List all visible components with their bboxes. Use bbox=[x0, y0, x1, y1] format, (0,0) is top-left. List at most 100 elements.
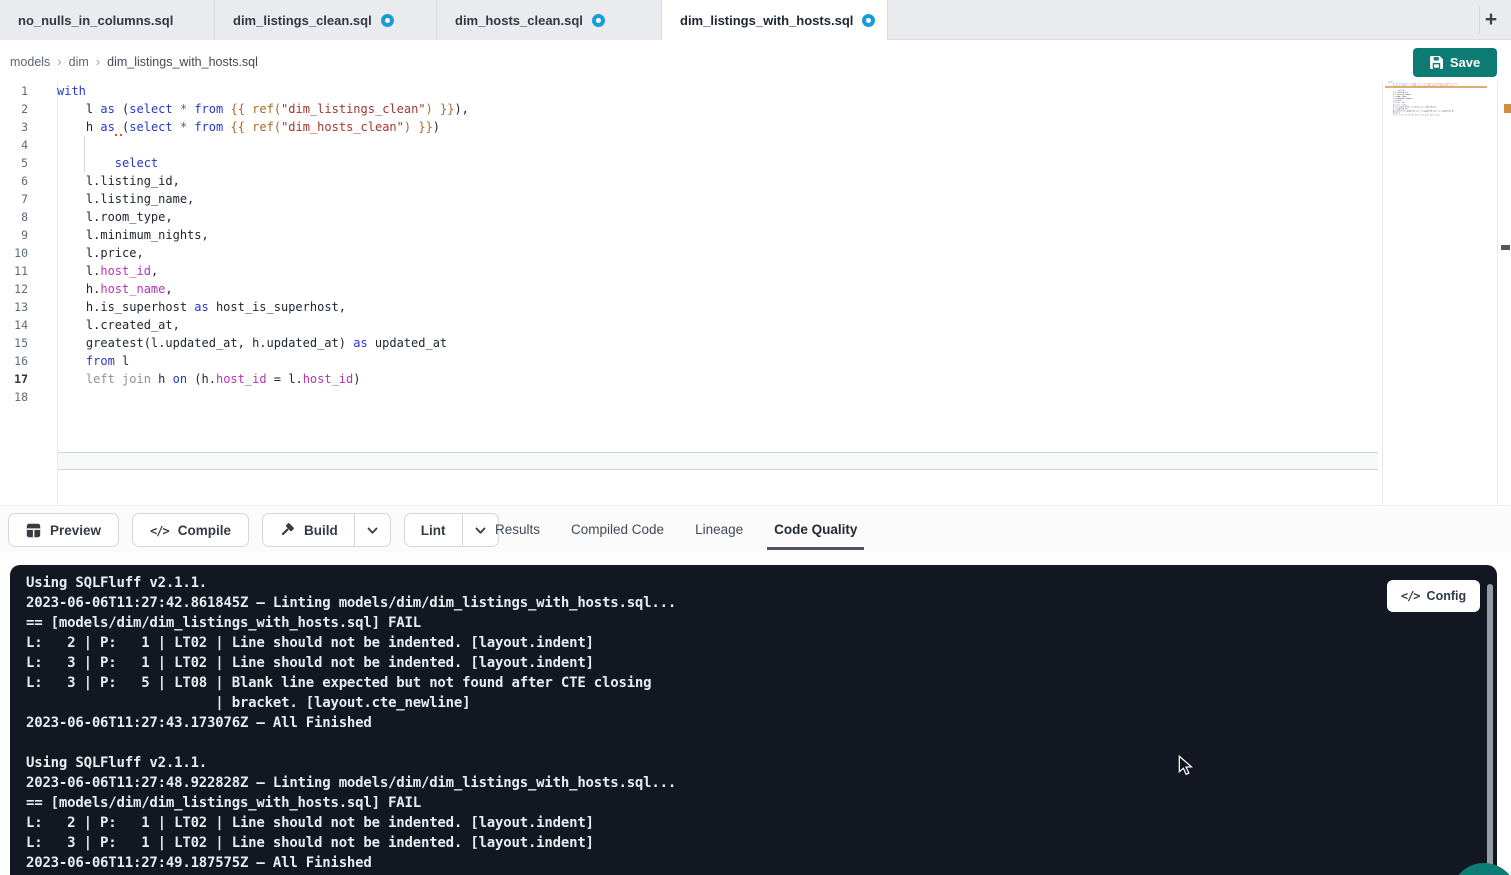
code-line[interactable] bbox=[1388, 116, 1405, 118]
modified-dot-icon bbox=[592, 14, 605, 27]
breadcrumb-chevron-icon: › bbox=[57, 54, 61, 69]
save-label: Save bbox=[1450, 55, 1480, 70]
code-line[interactable]: l.listing_id, bbox=[57, 172, 469, 190]
build-button[interactable]: Build bbox=[263, 514, 354, 546]
line-number[interactable]: 17 bbox=[0, 370, 28, 388]
file-tab-bar: no_nulls_in_columns.sql dim_listings_clea… bbox=[0, 0, 1511, 40]
line-number[interactable]: 9 bbox=[0, 226, 28, 244]
tab-compiled-code[interactable]: Compiled Code bbox=[571, 506, 664, 553]
code-line[interactable]: l.listing_name, bbox=[57, 190, 469, 208]
code-line[interactable]: l.room_type, bbox=[57, 208, 469, 226]
tab-results[interactable]: Results bbox=[495, 506, 540, 553]
line-number[interactable]: 6 bbox=[0, 172, 28, 190]
breadcrumb-item[interactable]: dim bbox=[69, 55, 89, 69]
line-number[interactable]: 10 bbox=[0, 244, 28, 262]
code-line[interactable] bbox=[57, 388, 469, 406]
terminal-line: 2023-06-06T11:27:42.861845Z — Linting mo… bbox=[26, 593, 676, 613]
code-line[interactable]: h.is_superhost as host_is_superhost, bbox=[57, 298, 469, 316]
tab-lineage[interactable]: Lineage bbox=[695, 506, 743, 553]
line-number[interactable]: 8 bbox=[0, 208, 28, 226]
code-line[interactable]: left join h on (h.host_id = l.host_id) bbox=[1388, 114, 1405, 116]
modified-dot-icon bbox=[862, 14, 875, 27]
code-line[interactable] bbox=[57, 136, 469, 154]
save-button[interactable]: Save bbox=[1413, 48, 1497, 77]
editor-tab-dim-listings-with-hosts-sql[interactable]: dim_listings_with_hosts.sql bbox=[662, 0, 888, 40]
code-line[interactable]: greatest(l.updated_at, h.updated_at) as … bbox=[57, 334, 469, 352]
line-number[interactable]: 2 bbox=[0, 100, 28, 118]
line-number[interactable]: 13 bbox=[0, 298, 28, 316]
code-line[interactable]: from l bbox=[57, 352, 469, 370]
code-line[interactable]: left join h on (h.host_id = l.host_id) bbox=[57, 370, 469, 388]
minimap-border bbox=[1382, 82, 1383, 505]
code-line[interactable]: h.host_name, bbox=[57, 280, 469, 298]
terminal-output: Using SQLFluff v2.1.1.2023-06-06T11:27:4… bbox=[26, 573, 676, 873]
config-label: Config bbox=[1427, 589, 1467, 603]
code-content[interactable]: with l as (select * from {{ ref("dim_lis… bbox=[57, 82, 469, 406]
code-icon: </> bbox=[150, 523, 169, 538]
code-line[interactable]: l.created_at, bbox=[57, 316, 469, 334]
line-number[interactable]: 7 bbox=[0, 190, 28, 208]
code-line[interactable]: select bbox=[57, 154, 469, 172]
line-number[interactable]: 1 bbox=[0, 82, 28, 100]
code-line[interactable]: l.price, bbox=[57, 244, 469, 262]
breadcrumb-bar: models›dim›dim_listings_with_hosts.sql S… bbox=[0, 41, 1511, 82]
breadcrumb-item[interactable]: models bbox=[10, 55, 50, 69]
line-number[interactable]: 3 bbox=[0, 118, 28, 136]
minimap[interactable]: with l as (select * from {{ ref("dim_lis… bbox=[1388, 81, 1487, 211]
line-number[interactable]: 11 bbox=[0, 262, 28, 280]
terminal-line: Using SQLFluff v2.1.1. bbox=[26, 573, 676, 593]
code-line[interactable]: l as (select * from {{ ref("dim_listings… bbox=[57, 100, 469, 118]
new-tab-button[interactable]: + bbox=[1480, 9, 1502, 31]
code-line[interactable]: with bbox=[57, 82, 469, 100]
code-line[interactable]: l.minimum_nights, bbox=[57, 226, 469, 244]
breadcrumb-item[interactable]: dim_listings_with_hosts.sql bbox=[107, 55, 258, 69]
action-toolbar: Preview </> Compile Build Lint Results Compil… bbox=[0, 505, 1511, 553]
terminal-line: L: 3 | P: 1 | LT02 | Line should not be … bbox=[26, 653, 676, 673]
lint-terminal[interactable]: Using SQLFluff v2.1.1.2023-06-06T11:27:4… bbox=[10, 565, 1497, 875]
editor-tab-no-nulls-in-columns-sql[interactable]: no_nulls_in_columns.sql bbox=[0, 0, 215, 40]
code-icon: </> bbox=[1401, 589, 1420, 603]
line-number-gutter[interactable]: 123456789101112131415161718 bbox=[0, 82, 28, 406]
editor-tab-dim-listings-clean-sql[interactable]: dim_listings_clean.sql bbox=[215, 0, 437, 40]
lint-button[interactable]: Lint bbox=[405, 514, 462, 546]
terminal-line: L: 2 | P: 1 | LT02 | Line should not be … bbox=[26, 813, 676, 833]
hammer-icon bbox=[279, 522, 295, 538]
overview-scroll-marker[interactable] bbox=[1501, 245, 1510, 250]
preview-button[interactable]: Preview bbox=[8, 513, 119, 547]
build-label: Build bbox=[304, 523, 338, 538]
chevron-down-icon bbox=[474, 524, 487, 537]
line-number[interactable]: 4 bbox=[0, 136, 28, 154]
output-section: Using SQLFluff v2.1.1.2023-06-06T11:27:4… bbox=[0, 553, 1511, 875]
build-split-button: Build bbox=[262, 513, 391, 547]
terminal-line: 2023-06-06T11:27:48.922828Z — Linting mo… bbox=[26, 773, 676, 793]
editor-actions: Preview </> Compile Build Lint bbox=[8, 513, 499, 547]
editor-tab-dim-hosts-clean-sql[interactable]: dim_hosts_clean.sql bbox=[437, 0, 662, 40]
line-number[interactable]: 14 bbox=[0, 316, 28, 334]
chevron-down-icon bbox=[366, 524, 379, 537]
lint-dropdown-button[interactable] bbox=[462, 514, 498, 546]
compile-button[interactable]: </> Compile bbox=[132, 513, 249, 547]
dbt-ide-window: no_nulls_in_columns.sql dim_listings_clea… bbox=[0, 0, 1511, 875]
code-line[interactable]: l.host_id, bbox=[57, 262, 469, 280]
terminal-line: | bracket. [layout.cte_newline] bbox=[26, 693, 676, 713]
line-number[interactable]: 16 bbox=[0, 352, 28, 370]
compile-label: Compile bbox=[178, 523, 231, 538]
terminal-line bbox=[26, 733, 676, 753]
terminal-scrollbar[interactable] bbox=[1487, 584, 1493, 869]
code-line[interactable]: h as (select * from {{ ref("dim_hosts_cl… bbox=[57, 118, 469, 136]
terminal-line: Using SQLFluff v2.1.1. bbox=[26, 753, 676, 773]
line-number[interactable]: 12 bbox=[0, 280, 28, 298]
line-number[interactable]: 18 bbox=[0, 388, 28, 406]
terminal-line: L: 3 | P: 1 | LT02 | Line should not be … bbox=[26, 833, 676, 853]
tab-label: no_nulls_in_columns.sql bbox=[18, 13, 173, 28]
lint-config-button[interactable]: </> Config bbox=[1387, 580, 1480, 612]
result-panel-tabs: Results Compiled Code Lineage Code Quality bbox=[495, 506, 857, 553]
tab-code-quality[interactable]: Code Quality bbox=[774, 506, 857, 553]
line-number[interactable]: 5 bbox=[0, 154, 28, 172]
table-icon bbox=[26, 523, 41, 538]
line-number[interactable]: 15 bbox=[0, 334, 28, 352]
terminal-line: 2023-06-06T11:27:49.187575Z — All Finish… bbox=[26, 853, 676, 873]
minimap-lint-highlight bbox=[1385, 86, 1487, 89]
code-editor[interactable]: 123456789101112131415161718 with l as (s… bbox=[0, 82, 1511, 505]
build-dropdown-button[interactable] bbox=[354, 514, 390, 546]
